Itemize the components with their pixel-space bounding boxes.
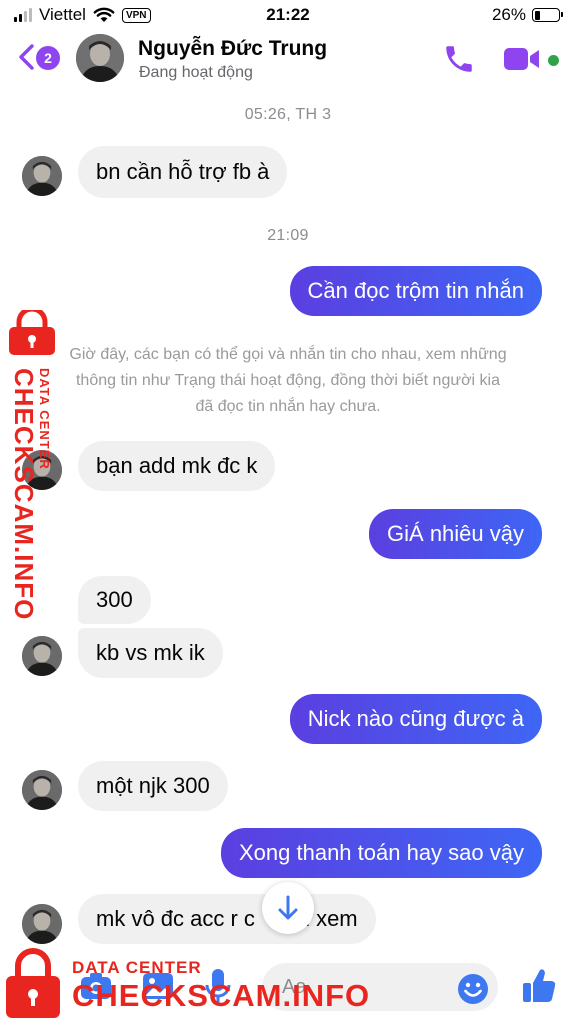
padlock-icon xyxy=(9,310,55,355)
battery-fill xyxy=(534,10,541,20)
watermark-bottom-sub: DATA CENTER xyxy=(72,958,202,977)
watermark-side-sub: DATA CENTER xyxy=(37,368,52,470)
thumbs-up-icon[interactable] xyxy=(520,966,558,1006)
timestamp: 21:09 xyxy=(267,227,309,244)
battery-icon xyxy=(532,8,563,22)
outgoing-message[interactable]: Nick nào cũng được à xyxy=(289,694,542,744)
clock: 21:22 xyxy=(266,5,310,24)
contact-status: Đang hoạt động xyxy=(139,64,253,81)
contact-name[interactable]: Nguyễn Đức Trung xyxy=(138,37,327,61)
arrow-down-icon xyxy=(278,895,298,920)
sender-avatar[interactable] xyxy=(22,904,62,944)
status-right: 26% xyxy=(491,5,563,25)
incoming-message[interactable]: bạn add mk đc k xyxy=(78,441,276,491)
timestamp: 05:26, TH 3 xyxy=(244,106,332,123)
scroll-to-bottom-button[interactable] xyxy=(262,882,314,934)
incoming-message[interactable]: bn cần hỗ trợ fb à xyxy=(78,146,288,198)
sender-avatar[interactable] xyxy=(22,636,62,676)
contact-avatar[interactable] xyxy=(76,34,124,82)
padlock-icon xyxy=(6,948,60,1018)
incoming-message[interactable]: 300 xyxy=(78,576,151,624)
incoming-message[interactable]: kb vs mk ik xyxy=(78,628,223,678)
conversation-header: 2 Nguyễn Đức Trung Đang hoạt động xyxy=(0,30,576,90)
video-camera-icon[interactable] xyxy=(502,45,542,73)
unread-badge[interactable]: 2 xyxy=(36,46,60,70)
outgoing-message[interactable]: Cần đọc trộm tin nhắn xyxy=(289,266,542,316)
system-notice-line: đã đọc tin nhắn hay chưa. xyxy=(195,398,381,415)
sender-avatar[interactable] xyxy=(22,770,62,810)
emoji-icon[interactable] xyxy=(456,972,490,1006)
phone-icon[interactable] xyxy=(442,42,476,76)
status-bar: Viettel VPN 21:22 26% xyxy=(0,0,576,30)
system-notice-line: Giờ đây, các bạn có thể gọi và nhắn tin … xyxy=(69,346,507,363)
watermark-bottom-main: CHECKSCAM.INFO xyxy=(72,978,371,1013)
battery-percent: 26% xyxy=(491,5,526,24)
incoming-message[interactable]: mk vô đc acc r c bn xem xyxy=(78,894,376,944)
back-chevron-icon[interactable] xyxy=(16,42,38,72)
sender-avatar[interactable] xyxy=(22,156,62,196)
outgoing-message[interactable]: Xong thanh toán hay sao vậy xyxy=(221,828,542,878)
online-indicator xyxy=(548,55,559,66)
system-notice-line: thông tin như Trạng thái hoạt động, đồng… xyxy=(75,372,501,389)
watermark-side: CHECKSCAM.INFO DATA CENTER xyxy=(3,310,65,620)
incoming-message[interactable]: một njk 300 xyxy=(78,761,228,811)
outgoing-message[interactable]: GiÁ nhiêu vậy xyxy=(369,509,542,559)
watermark-side-main: CHECKSCAM.INFO xyxy=(9,368,39,621)
